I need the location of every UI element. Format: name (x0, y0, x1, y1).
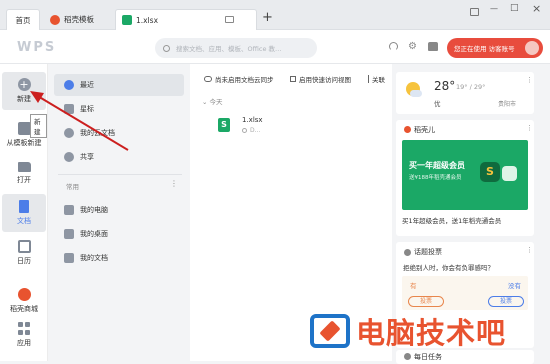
watermark-logo-icon (310, 314, 350, 348)
watermark: 电脑技术吧 (310, 306, 506, 356)
watermark-text: 电脑技术吧 (356, 316, 507, 350)
